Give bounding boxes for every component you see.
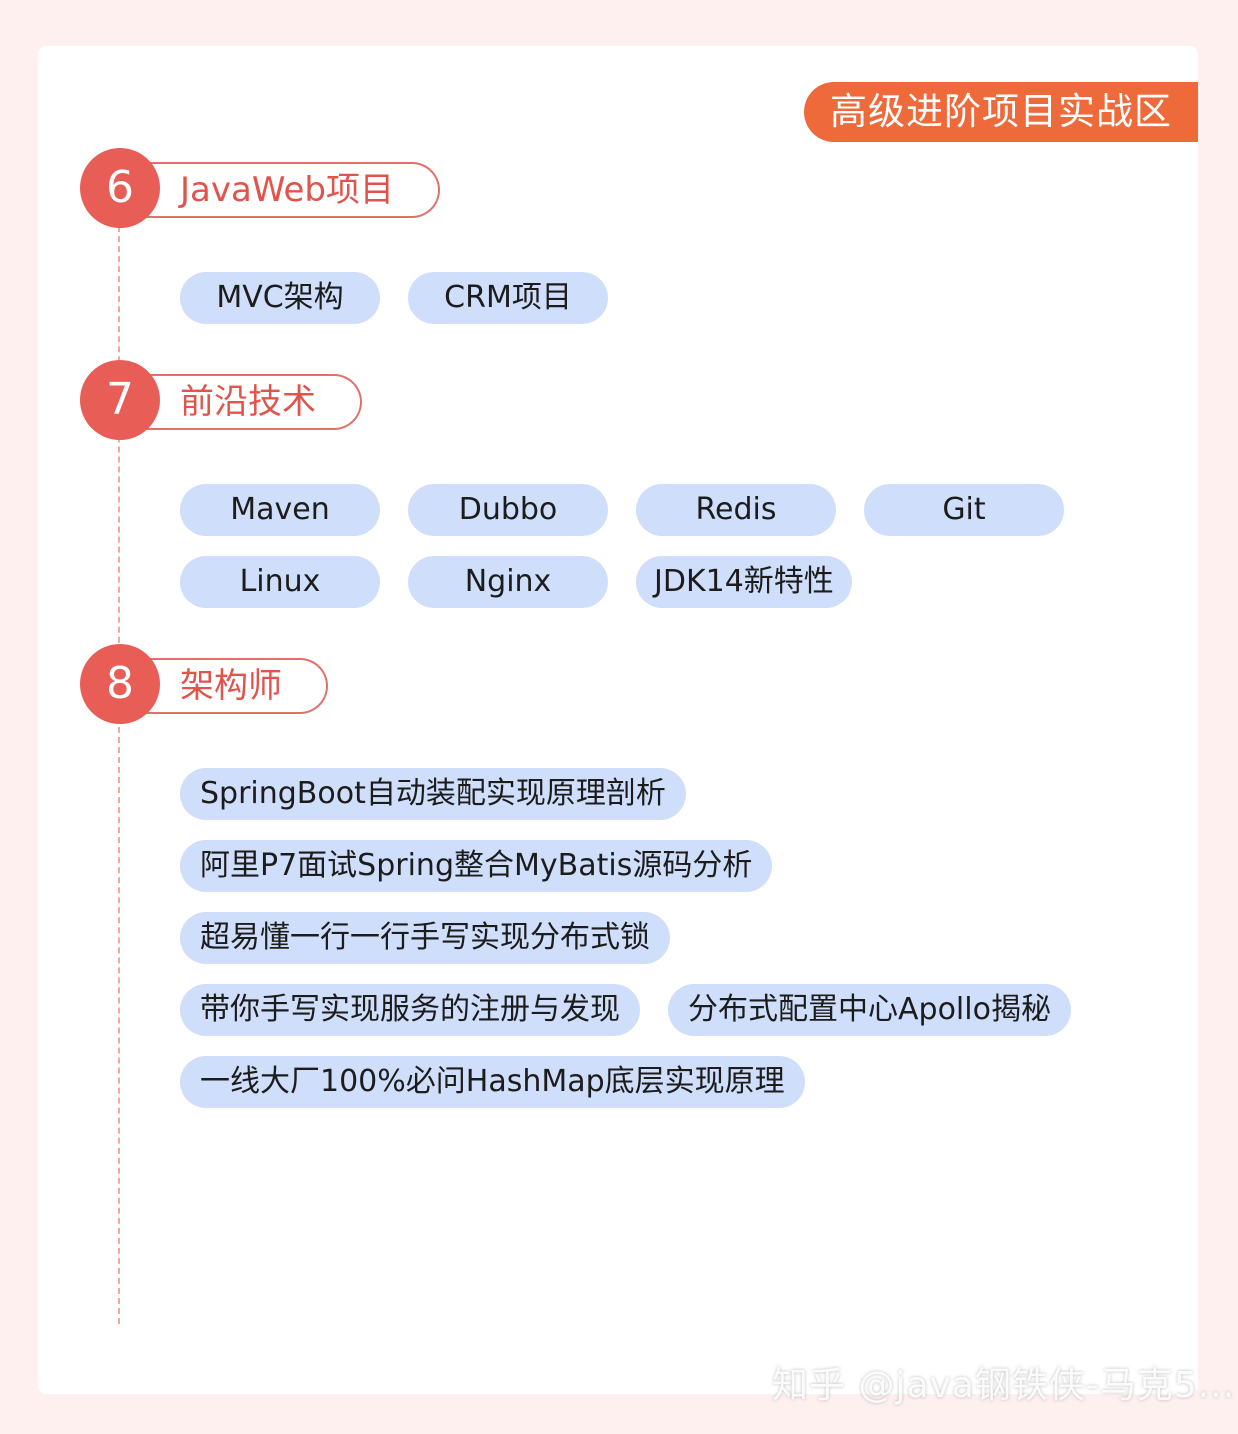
- section-7-number: 7: [80, 360, 160, 440]
- topic-chip-redis[interactable]: Redis: [636, 484, 836, 536]
- zone-title-tag: 高级进阶项目实战区: [804, 82, 1198, 142]
- topic-chip-spring-mybatis[interactable]: 阿里P7面试Spring整合MyBatis源码分析: [180, 840, 773, 892]
- section-8-chips-row-3: 超易懂一行一行手写实现分布式锁: [180, 912, 670, 964]
- topic-chip-hashmap[interactable]: 一线大厂100%必问HashMap底层实现原理: [180, 1056, 805, 1108]
- topic-chip-apollo[interactable]: 分布式配置中心Apollo揭秘: [668, 984, 1071, 1036]
- topic-chip-springboot[interactable]: SpringBoot自动装配实现原理剖析: [180, 768, 686, 820]
- section-8-number: 8: [80, 644, 160, 724]
- topic-chip-git[interactable]: Git: [864, 484, 1064, 536]
- topic-chip-linux[interactable]: Linux: [180, 556, 380, 608]
- section-8-chips-row-1: SpringBoot自动装配实现原理剖析: [180, 768, 686, 820]
- topic-chip-service-registry[interactable]: 带你手写实现服务的注册与发现: [180, 984, 640, 1036]
- section-8-chips-row-5: 一线大厂100%必问HashMap底层实现原理: [180, 1056, 805, 1108]
- topic-chip-crm[interactable]: CRM项目: [408, 272, 608, 324]
- section-6-number: 6: [80, 148, 160, 228]
- content-card: 高级进阶项目实战区 6 JavaWeb项目 MVC架构 CRM项目 7 前沿技术…: [38, 46, 1198, 1394]
- topic-chip-maven[interactable]: Maven: [180, 484, 380, 536]
- topic-chip-dubbo[interactable]: Dubbo: [408, 484, 608, 536]
- section-7-chips-row-1: Maven Dubbo Redis Git: [180, 484, 1064, 536]
- topic-chip-mvc[interactable]: MVC架构: [180, 272, 380, 324]
- zhihu-watermark: 知乎 @java钢铁侠-马克5...: [772, 1365, 1236, 1406]
- section-8-chips-row-4: 带你手写实现服务的注册与发现 分布式配置中心Apollo揭秘: [180, 984, 1071, 1036]
- topic-chip-jdk14[interactable]: JDK14新特性: [636, 556, 852, 608]
- topic-chip-nginx[interactable]: Nginx: [408, 556, 608, 608]
- section-8-chips-row-2: 阿里P7面试Spring整合MyBatis源码分析: [180, 840, 773, 892]
- section-7-chips-row-2: Linux Nginx JDK14新特性: [180, 556, 852, 608]
- topic-chip-distributed-lock[interactable]: 超易懂一行一行手写实现分布式锁: [180, 912, 670, 964]
- section-6-chips: MVC架构 CRM项目: [180, 272, 608, 324]
- section-6-title: JavaWeb项目: [118, 162, 440, 218]
